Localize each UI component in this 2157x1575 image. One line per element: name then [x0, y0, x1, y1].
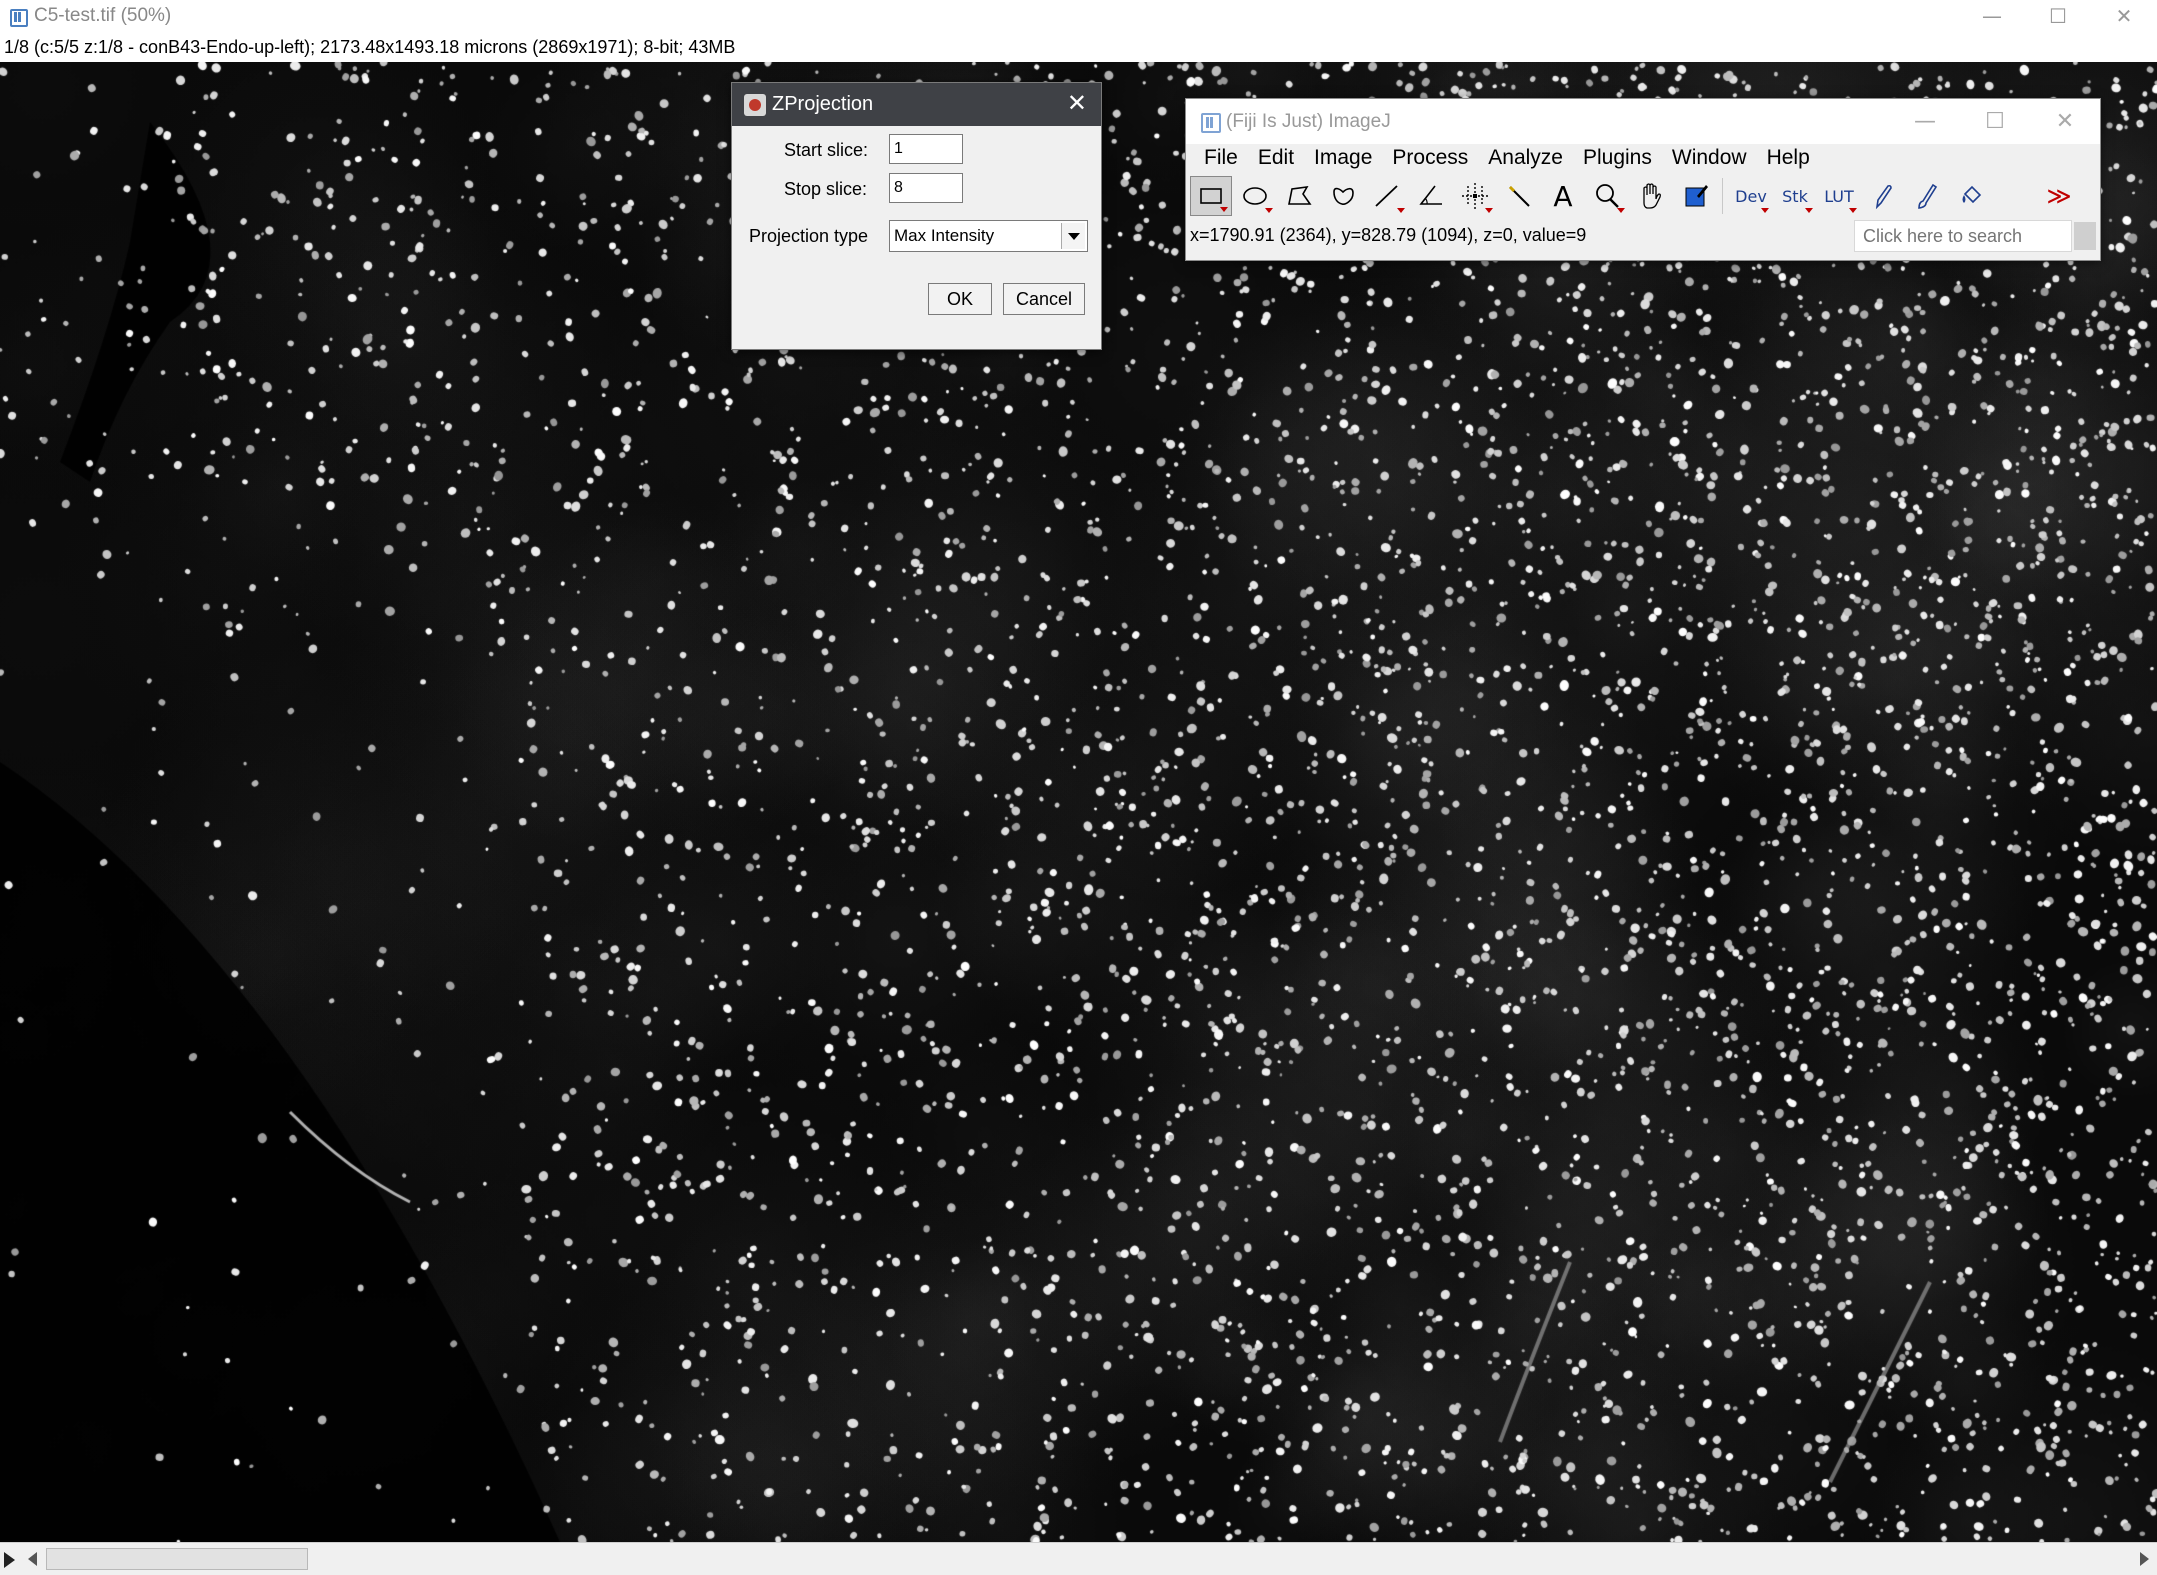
brush-icon — [1918, 183, 1938, 209]
oval-tool[interactable] — [1234, 176, 1276, 216]
point-tool[interactable] — [1454, 176, 1496, 216]
text-tool[interactable]: A — [1542, 176, 1584, 216]
tool-menu-arrow-icon — [1265, 208, 1273, 213]
dev-label: Dev — [1735, 186, 1767, 206]
toolbar-separator — [1722, 178, 1723, 214]
close-button[interactable]: ✕ — [2091, 0, 2157, 32]
fiji-app-icon — [1200, 112, 1221, 133]
polygon-tool[interactable] — [1278, 176, 1320, 216]
color-picker-icon — [1685, 185, 1708, 207]
dev-tool[interactable]: Dev — [1730, 176, 1772, 216]
angle-icon — [1419, 185, 1442, 205]
scrollbar-thumb[interactable] — [46, 1548, 308, 1570]
stk-tool[interactable]: Stk — [1774, 176, 1816, 216]
cancel-button[interactable]: Cancel — [1003, 283, 1085, 315]
menu-window[interactable]: Window — [1662, 144, 1757, 174]
rectangle-tool[interactable] — [1190, 176, 1232, 216]
menu-edit[interactable]: Edit — [1248, 144, 1304, 174]
fiji-window-title: (Fiji Is Just) ImageJ — [1226, 110, 1391, 132]
more-tools-button[interactable]: ≫ — [2038, 176, 2080, 216]
tool-menu-arrow-icon — [1849, 208, 1857, 213]
menu-plugins[interactable]: Plugins — [1573, 144, 1662, 174]
menu-image[interactable]: Image — [1304, 144, 1382, 174]
dialog-app-icon — [744, 93, 766, 116]
lut-label: LUT — [1824, 186, 1854, 206]
menu-help[interactable]: Help — [1757, 144, 1820, 174]
minimize-button[interactable]: — — [1959, 0, 2025, 32]
maximize-button[interactable]: ☐ — [2025, 0, 2091, 32]
menu-file[interactable]: File — [1194, 144, 1248, 174]
zprojection-dialog: ZProjection ✕ Start slice: Stop slice: P… — [731, 82, 1102, 350]
cursor-status-text: x=1790.91 (2364), y=828.79 (1094), z=0, … — [1190, 225, 1587, 245]
hand-icon — [1643, 183, 1661, 209]
dialog-title: ZProjection — [772, 93, 874, 115]
tool-menu-arrow-icon — [1485, 208, 1493, 213]
tool-menu-arrow-icon — [1397, 208, 1405, 213]
flood-fill-tool[interactable] — [1950, 176, 1992, 216]
pencil-icon — [1875, 184, 1892, 210]
double-chevron-right-icon: ≫ — [2046, 182, 2072, 210]
projection-type-select[interactable]: Max Intensity — [889, 220, 1088, 252]
polygon-icon — [1288, 185, 1312, 205]
dialog-titlebar[interactable]: ZProjection ✕ — [732, 83, 1101, 126]
tool-menu-arrow-icon — [1220, 207, 1228, 212]
pencil-tool[interactable] — [1862, 176, 1904, 216]
ok-button[interactable]: OK — [928, 283, 992, 315]
fiji-titlebar[interactable]: (Fiji Is Just) ImageJ — ☐ ✕ — [1186, 99, 2100, 144]
window-controls: — ☐ ✕ — [1959, 0, 2157, 32]
dialog-body: Start slice: Stop slice: Projection type… — [732, 126, 1101, 350]
image-window-title: C5-test.tif (50%) — [34, 5, 172, 26]
imagej-app-icon — [8, 7, 28, 27]
flood-fill-icon — [1962, 185, 1982, 204]
magnifier-tool[interactable] — [1586, 176, 1628, 216]
projection-type-label: Projection type — [749, 226, 869, 246]
lut-tool[interactable]: LUT — [1818, 176, 1860, 216]
projection-type-value: Max Intensity — [894, 226, 995, 245]
menu-analyze[interactable]: Analyze — [1478, 144, 1573, 174]
fiji-window-controls: — ☐ ✕ — [1890, 99, 2100, 144]
fiji-minimize-button[interactable]: — — [1890, 99, 1960, 144]
stop-slice-input[interactable] — [889, 173, 963, 203]
play-icon[interactable] — [4, 1552, 15, 1568]
menu-process[interactable]: Process — [1382, 144, 1478, 174]
hand-tool[interactable] — [1630, 176, 1672, 216]
image-window-titlebar[interactable]: C5-test.tif (50%) — ☐ ✕ — [0, 0, 2157, 32]
scroll-left-arrow-icon[interactable] — [28, 1552, 37, 1566]
chevron-down-icon[interactable] — [1061, 223, 1085, 249]
stk-label: Stk — [1782, 186, 1808, 206]
line-tool[interactable] — [1366, 176, 1408, 216]
scroll-right-arrow-icon[interactable] — [2140, 1552, 2149, 1566]
tool-menu-arrow-icon — [1805, 208, 1813, 213]
wand-icon — [1508, 185, 1530, 207]
search-side-button[interactable] — [2074, 222, 2096, 250]
brush-tool[interactable] — [1906, 176, 1948, 216]
stop-slice-label: Stop slice: — [784, 179, 868, 199]
fiji-toolbar-window: (Fiji Is Just) ImageJ — ☐ ✕ File Edit Im… — [1185, 98, 2101, 261]
start-slice-label: Start slice: — [784, 140, 869, 160]
wand-tool[interactable] — [1498, 176, 1540, 216]
color-picker-tool[interactable] — [1674, 176, 1716, 216]
stack-slice-scrollbar[interactable] — [0, 1542, 2157, 1575]
search-input[interactable] — [1854, 220, 2072, 252]
angle-tool[interactable] — [1410, 176, 1452, 216]
dialog-close-button[interactable]: ✕ — [1067, 89, 1087, 117]
image-info-bar: 1/8 (c:5/5 z:1/8 - conB43-Endo-up-left);… — [0, 32, 2157, 62]
text-icon: A — [1553, 179, 1573, 213]
fiji-tool-row: A Dev Stk LUT ≫ — [1186, 174, 2100, 218]
tool-menu-arrow-icon — [1761, 208, 1769, 213]
fiji-status-bar: x=1790.91 (2364), y=828.79 (1094), z=0, … — [1186, 218, 2100, 258]
blank-tool-slot[interactable] — [1994, 176, 2036, 216]
start-slice-input[interactable] — [889, 134, 963, 164]
tool-menu-arrow-icon — [1617, 208, 1625, 213]
freehand-icon — [1333, 187, 1354, 205]
fiji-maximize-button[interactable]: ☐ — [1960, 99, 2030, 144]
fiji-menubar: File Edit Image Process Analyze Plugins … — [1186, 144, 2100, 174]
freehand-tool[interactable] — [1322, 176, 1364, 216]
fiji-close-button[interactable]: ✕ — [2030, 99, 2100, 144]
